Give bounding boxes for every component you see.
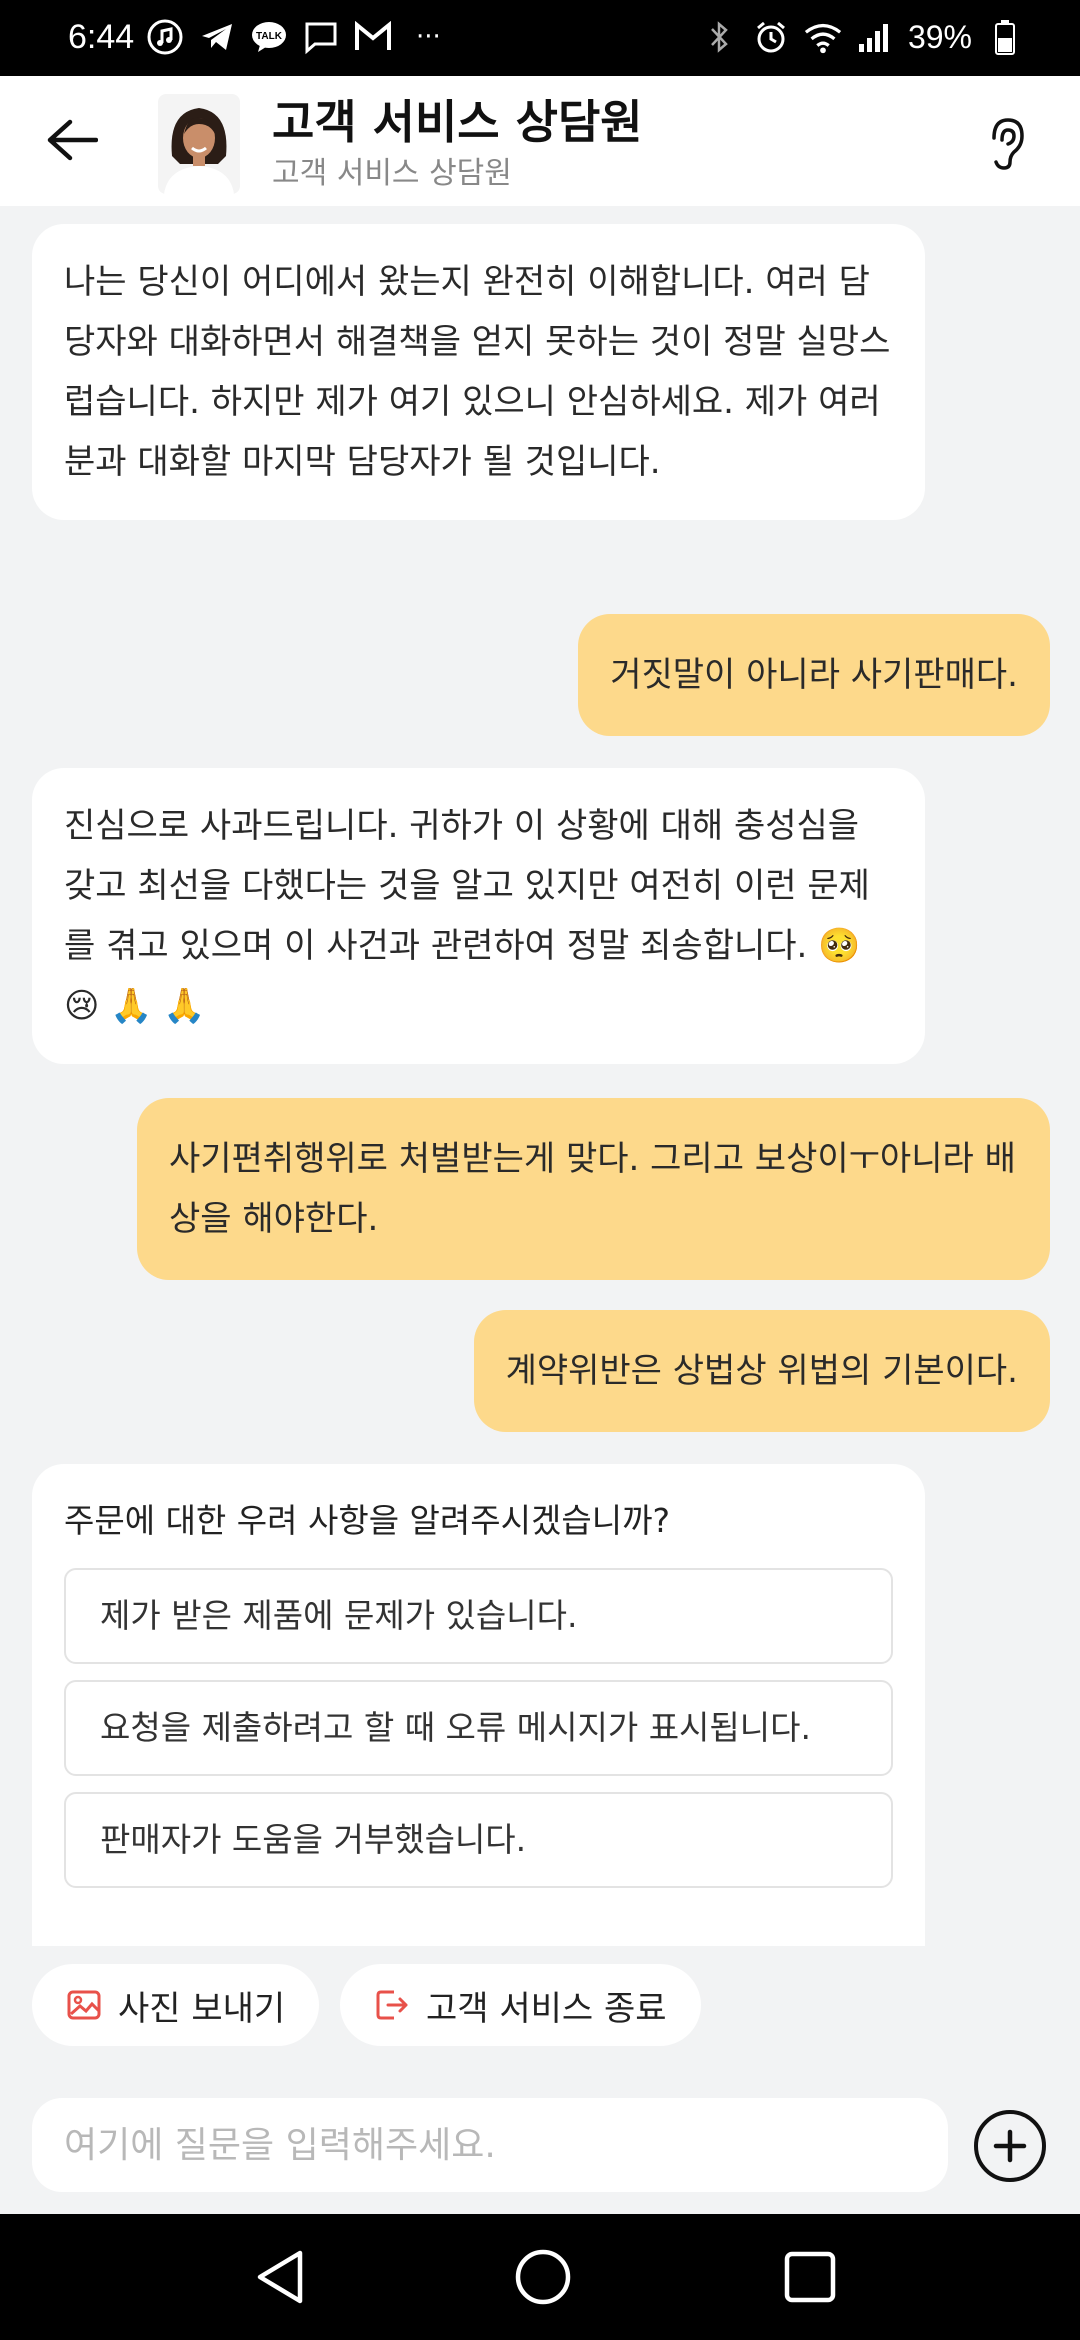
status-time: 6:44 bbox=[68, 18, 135, 56]
nav-back-button[interactable] bbox=[245, 2242, 315, 2312]
user-message: 사기편취행위로 처벌받는게 맞다. 그리고 보상이ㅜ아니라 배상을 해야한다. bbox=[137, 1098, 1050, 1280]
battery-percent: 39% bbox=[907, 18, 972, 55]
nav-recents-button[interactable] bbox=[775, 2242, 845, 2312]
exit-icon bbox=[374, 1987, 410, 2023]
more-notifications-icon: ··· bbox=[416, 22, 441, 52]
wifi-icon bbox=[804, 18, 842, 56]
message-text: 나는 당신이 어디에서 왔는지 완전히 이해합니다. 여러 담당자와 대화하면서… bbox=[64, 262, 891, 482]
message-text: 진심으로 사과드립니다. 귀하가 이 상황에 대해 충성심을 갖고 최선을 다했… bbox=[64, 806, 870, 966]
quick-actions: 사진 보내기 고객 서비스 종료 bbox=[0, 1946, 1080, 2066]
arrow-left-icon bbox=[47, 119, 98, 161]
agent-avatar bbox=[158, 94, 240, 194]
message-text: 계약위반은 상법상 위법의 기본이다. bbox=[505, 1351, 1018, 1391]
alarm-icon bbox=[752, 18, 790, 56]
circle-home-icon bbox=[515, 2249, 571, 2305]
message-text: 사기편취행위로 처벌받는게 맞다. 그리고 보상이ㅜ아니라 배상을 해야한다. bbox=[169, 1139, 1016, 1239]
bot-message: 진심으로 사과드립니다. 귀하가 이 상황에 대해 충성심을 갖고 최선을 다했… bbox=[32, 768, 925, 1064]
status-bar: 6:44 TALK ··· 39% bbox=[0, 0, 1080, 76]
hearing-mode-button[interactable] bbox=[976, 112, 1036, 176]
image-icon bbox=[66, 1987, 102, 2023]
svg-text:TALK: TALK bbox=[256, 31, 283, 42]
page-title: 고객 서비스 상담원 bbox=[272, 95, 643, 149]
send-photo-label: 사진 보내기 bbox=[118, 1988, 286, 2029]
bluetooth-icon bbox=[700, 18, 738, 56]
square-recents-icon bbox=[784, 2251, 836, 2303]
notification-icons: TALK ··· bbox=[146, 18, 441, 56]
ear-icon bbox=[992, 118, 1024, 170]
chat-messages[interactable]: 나는 당신이 어디에서 왔는지 완전히 이해합니다. 여러 담당자와 대화하면서… bbox=[0, 206, 1080, 1946]
message-icon bbox=[302, 18, 340, 56]
nav-home-button[interactable] bbox=[508, 2242, 578, 2312]
talk-icon: TALK bbox=[250, 18, 288, 56]
music-icon bbox=[146, 18, 184, 56]
message-input[interactable] bbox=[32, 2098, 948, 2192]
bot-message: 나는 당신이 어디에서 왔는지 완전히 이해합니다. 여러 담당자와 대화하면서… bbox=[32, 224, 925, 520]
user-message: 거짓말이 아니라 사기판매다. bbox=[578, 614, 1050, 736]
option-seller-refused[interactable]: 판매자가 도움을 거부했습니다. bbox=[64, 1792, 893, 1888]
signal-icon bbox=[856, 18, 894, 56]
back-button[interactable] bbox=[40, 108, 104, 172]
system-icons: 39% bbox=[700, 18, 1024, 56]
options-card: 주문에 대한 우려 사항을 알려주시겠습니까? 제가 받은 제품에 문제가 있습… bbox=[32, 1464, 925, 1946]
page-subtitle: 고객 서비스 상담원 bbox=[272, 156, 512, 191]
chat-header: 고객 서비스 상담원 고객 서비스 상담원 bbox=[0, 76, 1080, 206]
send-photo-button[interactable]: 사진 보내기 bbox=[32, 1964, 320, 2046]
end-service-label: 고객 서비스 종료 bbox=[426, 1988, 667, 2029]
system-navigation-bar bbox=[0, 2214, 1080, 2340]
triangle-back-icon bbox=[257, 2250, 303, 2304]
telegram-icon bbox=[198, 18, 236, 56]
plus-icon bbox=[993, 2129, 1027, 2163]
battery-icon bbox=[986, 18, 1024, 56]
end-service-button[interactable]: 고객 서비스 종료 bbox=[340, 1964, 701, 2046]
option-error-message[interactable]: 요청을 제출하려고 할 때 오류 메시지가 표시됩니다. bbox=[64, 1680, 893, 1776]
attach-button[interactable] bbox=[974, 2110, 1046, 2182]
option-product-problem[interactable]: 제가 받은 제품에 문제가 있습니다. bbox=[64, 1568, 893, 1664]
composer bbox=[0, 2066, 1080, 2214]
message-text: 거짓말이 아니라 사기판매다. bbox=[610, 655, 1018, 695]
user-message: 계약위반은 상법상 위법의 기본이다. bbox=[473, 1310, 1050, 1432]
gmail-icon bbox=[354, 18, 392, 56]
options-question: 주문에 대한 우려 사항을 알려주시겠습니까? bbox=[64, 1501, 670, 1540]
